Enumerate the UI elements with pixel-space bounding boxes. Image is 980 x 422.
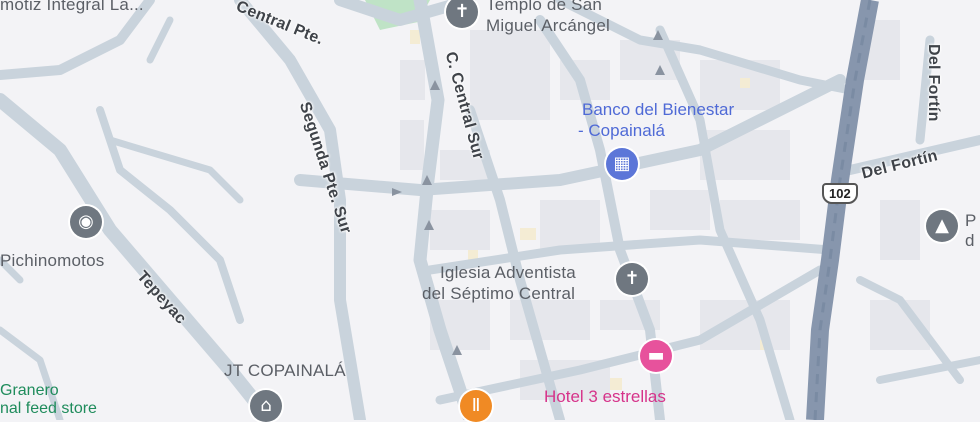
museum-icon[interactable]: ⌂ (250, 390, 282, 422)
hotel-label[interactable]: Hotel 3 estrellas (544, 387, 666, 407)
monument-icon[interactable]: ▲ (926, 210, 958, 242)
granero-label-line1[interactable]: Granero (0, 382, 59, 400)
templo-label-line1[interactable]: Templo de San (486, 0, 602, 15)
banco-label-line2[interactable]: - Copainalá (578, 121, 665, 141)
iglesia-label-line1[interactable]: Iglesia Adventista (440, 263, 576, 283)
pichinomotos-label[interactable]: Pichinomotos (0, 251, 104, 271)
church-icon[interactable]: ✝ (616, 263, 648, 295)
clinic-label[interactable]: motiz Integral La... (0, 0, 144, 15)
highway-shield: 102 (822, 183, 858, 204)
granero-label-line2[interactable]: nal feed store (0, 400, 97, 418)
bed-icon[interactable]: ▬ (640, 340, 672, 372)
fork-knife-icon[interactable]: Ⅱ (460, 390, 492, 422)
right-edge-label-line1[interactable]: P (965, 211, 977, 231)
banco-label-line1[interactable]: Banco del Bienestar (582, 100, 734, 120)
street-label-del-fortin-vertical: Del Fortín (925, 44, 942, 122)
iglesia-label-line2[interactable]: del Séptimo Central (422, 284, 575, 304)
templo-label-line2[interactable]: Miguel Arcángel (486, 16, 610, 36)
map-canvas[interactable] (0, 0, 980, 420)
right-edge-label-line2[interactable]: d (965, 231, 975, 251)
jt-copainala-label[interactable]: JT COPAINALÁ (224, 361, 346, 381)
location-icon[interactable]: ◉ (70, 206, 102, 238)
bank-icon[interactable]: ▦ (606, 148, 638, 180)
